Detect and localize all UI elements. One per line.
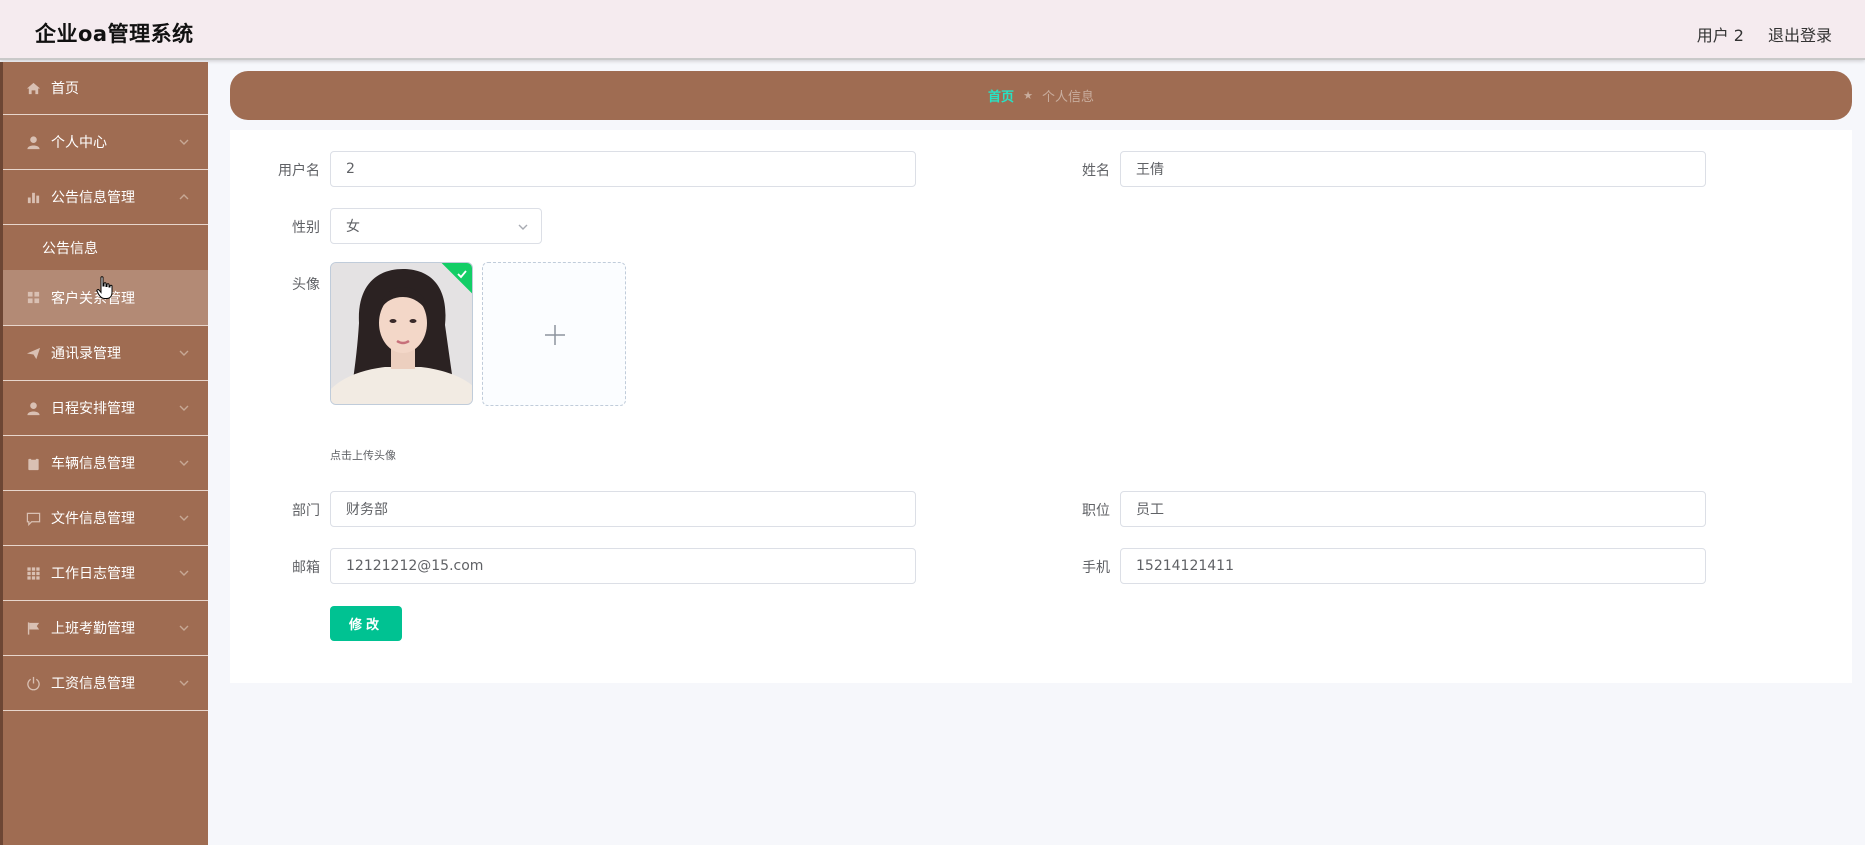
sidebar-item-files[interactable]: 文件信息管理 (3, 491, 208, 546)
sidebar-item-home[interactable]: 首页 (3, 62, 208, 115)
sidebar-item-label: 客户关系管理 (51, 290, 135, 307)
avatar-upload-tip: 点击上传头像 (330, 449, 396, 462)
sidebar-item-notice-management[interactable]: 公告信息管理 (3, 170, 208, 225)
sidebar-item-label: 通讯录管理 (51, 346, 121, 362)
update-button[interactable]: 修改 (330, 606, 402, 641)
email-input[interactable] (330, 548, 916, 584)
home-icon (26, 81, 41, 96)
avatar-label: 头像 (292, 277, 320, 293)
chat-icon (26, 511, 41, 526)
sidebar-item-label: 个人中心 (51, 135, 107, 151)
position-input[interactable] (1120, 491, 1706, 527)
mouse-cursor-icon (96, 276, 114, 300)
avatar-portrait (331, 263, 472, 404)
sidebar-item-salary[interactable]: 工资信息管理 (3, 656, 208, 711)
current-user-label[interactable]: 用户 2 (1697, 22, 1744, 46)
check-icon (456, 265, 468, 279)
sidebar-item-label: 首页 (51, 81, 79, 97)
chevron-down-icon (178, 622, 190, 634)
sidebar-item-label: 公告信息管理 (51, 190, 135, 206)
user-icon (26, 135, 41, 150)
avatar-upload-button[interactable] (482, 262, 626, 406)
sidebar-item-label: 文件信息管理 (51, 511, 135, 527)
app-title: 企业oa管理系统 (35, 22, 194, 46)
sidebar-item-attendance[interactable]: 上班考勤管理 (3, 601, 208, 656)
sidebar-subitem-notice-info[interactable]: 公告信息 (3, 225, 208, 270)
sidebar-item-work-log[interactable]: 工作日志管理 (3, 546, 208, 601)
gender-select[interactable]: 女 (330, 208, 542, 244)
grid-icon (26, 566, 41, 581)
chevron-down-icon (517, 221, 529, 233)
chevron-down-icon (178, 457, 190, 469)
sidebar-item-label: 日程安排管理 (51, 401, 135, 417)
chevron-down-icon (178, 677, 190, 689)
logout-link[interactable]: 退出登录 (1768, 22, 1832, 46)
department-input[interactable] (330, 491, 916, 527)
sidebar-item-label: 工资信息管理 (51, 676, 135, 692)
sidebar-item-personal-center[interactable]: 个人中心 (3, 115, 208, 170)
position-label: 职位 (1082, 503, 1110, 519)
sidebar-item-schedule[interactable]: 日程安排管理 (3, 381, 208, 436)
chevron-up-icon (178, 191, 190, 203)
gender-select-value: 女 (346, 219, 360, 235)
sidebar-item-label: 车辆信息管理 (51, 456, 135, 472)
sidebar-item-label: 工作日志管理 (51, 566, 135, 582)
breadcrumb-separator-icon: ★ (1023, 89, 1033, 102)
name-input[interactable] (1120, 151, 1706, 187)
sidebar-menu: 首页 个人中心 公告信息管理 公告信息 客户关系管理 通讯录管理 日程安排管理 … (0, 62, 208, 845)
user-icon (26, 401, 41, 416)
name-label: 姓名 (1082, 163, 1110, 179)
email-label: 邮箱 (292, 560, 320, 576)
username-input[interactable] (330, 151, 916, 187)
chevron-down-icon (178, 567, 190, 579)
breadcrumb: 首页 ★ 个人信息 (230, 71, 1852, 120)
bar-chart-icon (26, 190, 41, 205)
grid-icon (26, 290, 41, 305)
sidebar-item-contacts[interactable]: 通讯录管理 (3, 326, 208, 381)
plus-icon (545, 325, 565, 345)
username-label: 用户名 (278, 163, 320, 179)
breadcrumb-current: 个人信息 (1041, 90, 1094, 105)
send-icon (26, 346, 41, 361)
breadcrumb-home-link[interactable]: 首页 (988, 86, 1014, 105)
chevron-down-icon (178, 512, 190, 524)
sidebar-item-vehicles[interactable]: 车辆信息管理 (3, 436, 208, 491)
clipboard-icon (26, 456, 41, 471)
phone-label: 手机 (1082, 560, 1110, 576)
sidebar-item-label: 上班考勤管理 (51, 621, 135, 637)
chevron-down-icon (178, 136, 190, 148)
gender-label: 性别 (292, 220, 320, 236)
avatar-image[interactable] (330, 262, 473, 405)
flag-icon (26, 621, 41, 636)
chevron-down-icon (178, 402, 190, 414)
phone-input[interactable] (1120, 548, 1706, 584)
chevron-down-icon (178, 347, 190, 359)
power-icon (26, 676, 41, 691)
department-label: 部门 (292, 503, 320, 519)
header-actions: 用户 2 退出登录 (1697, 22, 1832, 46)
sidebar-item-label: 公告信息 (42, 240, 98, 257)
top-header: 企业oa管理系统 用户 2 退出登录 (0, 0, 1865, 60)
profile-form-card: 用户名 姓名 性别 女 头像 点击上传头像 部门 职位 邮箱 手机 修改 (230, 130, 1852, 683)
